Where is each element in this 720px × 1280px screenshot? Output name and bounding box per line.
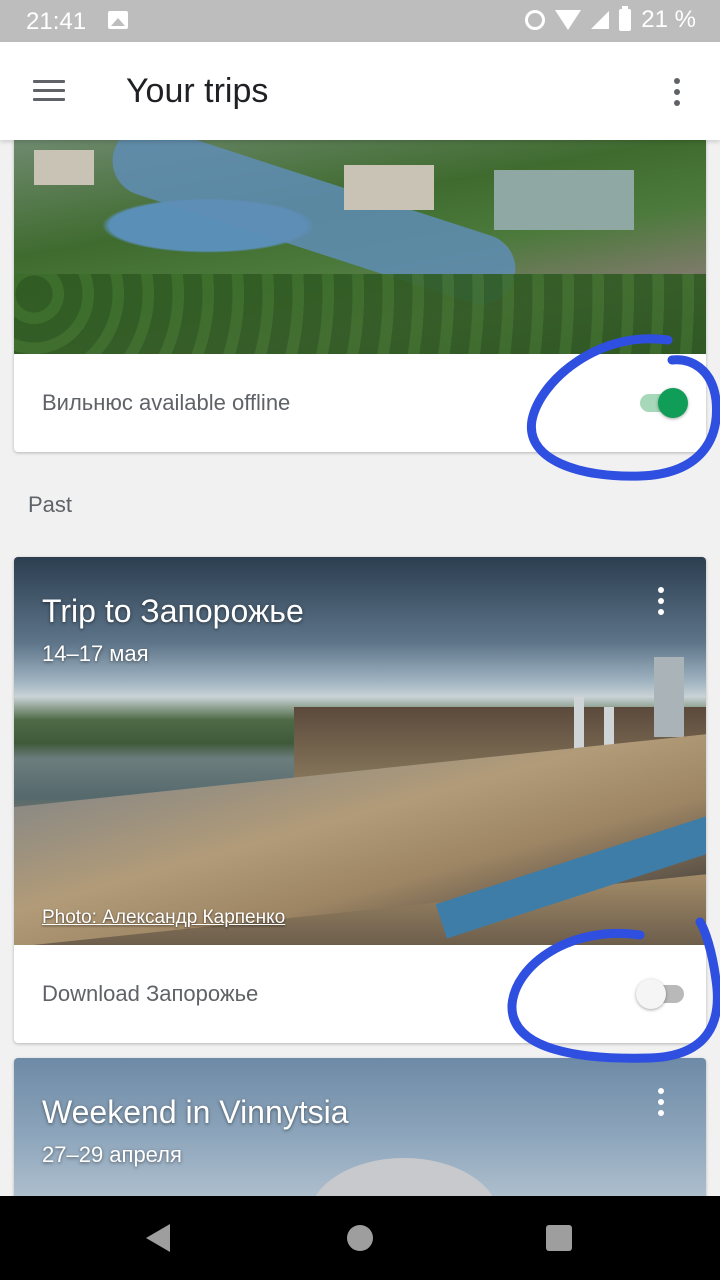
offline-toggle[interactable] xyxy=(640,387,688,418)
battery-percent: 21 % xyxy=(641,6,696,33)
status-bar: 21:41 21 % xyxy=(0,0,720,42)
trip-title: Trip to Запорожье xyxy=(42,593,304,629)
wifi-icon xyxy=(555,10,582,30)
trip-more-icon[interactable] xyxy=(658,1088,664,1121)
trip-card-vinnytsia[interactable]: Weekend in Vinnytsia 27–29 апреля xyxy=(14,1058,706,1218)
trip-photo-zaporozhye[interactable]: Trip to Запорожье 14–17 мая Photo: Алекс… xyxy=(14,557,706,945)
section-header-past: Past xyxy=(28,492,73,517)
trip-dates: 27–29 апреля xyxy=(42,1142,182,1167)
page-title: Your trips xyxy=(126,72,269,110)
home-icon[interactable] xyxy=(347,1225,373,1251)
cell-signal-icon xyxy=(591,11,610,29)
trip-more-icon[interactable] xyxy=(658,587,664,620)
menu-icon[interactable] xyxy=(33,80,65,102)
image-icon xyxy=(108,11,128,29)
back-icon[interactable] xyxy=(146,1224,170,1252)
recents-icon[interactable] xyxy=(546,1225,572,1251)
photo-credit-link[interactable]: Photo: Александр Карпенко xyxy=(42,907,285,929)
offline-label: Вильнюс available offline xyxy=(42,389,291,415)
battery-icon xyxy=(619,6,632,31)
app-bar: Your trips xyxy=(0,42,720,140)
status-time: 21:41 xyxy=(26,8,87,35)
download-label: Download Запорожье xyxy=(42,980,259,1006)
trip-card-zaporozhye[interactable]: Trip to Запорожье 14–17 мая Photo: Алекс… xyxy=(14,557,706,1043)
alarm-icon xyxy=(525,10,546,30)
download-toggle[interactable] xyxy=(636,978,684,1009)
download-toggle-row[interactable]: Download Запорожье xyxy=(14,945,706,1042)
system-nav-bar xyxy=(0,1196,720,1280)
more-vert-icon[interactable] xyxy=(674,78,682,106)
trip-title: Weekend in Vinnytsia xyxy=(42,1094,349,1130)
trip-photo-vinnytsia[interactable]: Weekend in Vinnytsia 27–29 апреля xyxy=(14,1058,706,1218)
trip-dates: 14–17 мая xyxy=(42,641,149,666)
trip-card-vilnius[interactable]: Вильнюс available offline xyxy=(14,140,706,452)
status-icons: 21 % xyxy=(525,6,696,34)
offline-toggle-row[interactable]: Вильнюс available offline xyxy=(14,354,706,451)
trip-photo-vilnius[interactable] xyxy=(14,140,706,354)
